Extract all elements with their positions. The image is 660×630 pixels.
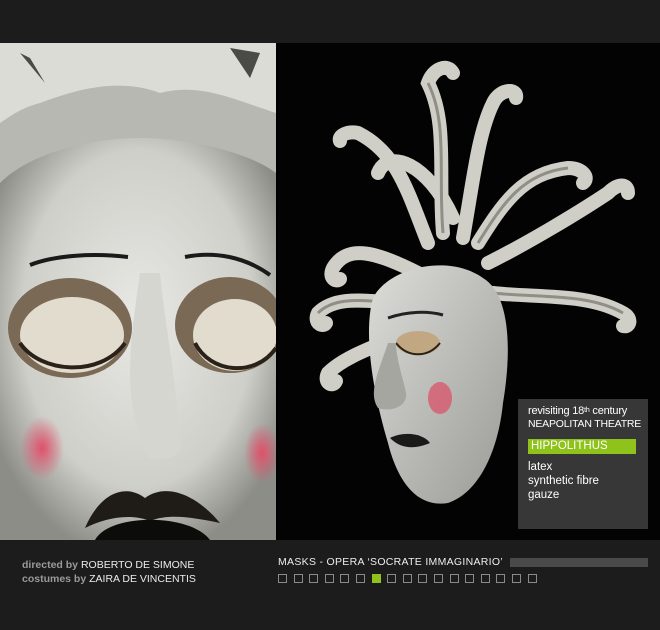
top-bar	[0, 0, 660, 43]
director-name: ROBERTO DE SIMONE	[80, 559, 195, 571]
director-label: directed by	[22, 559, 79, 571]
period-suffix: century	[589, 405, 628, 417]
period-prefix: revisiting 18	[528, 405, 585, 417]
pager-square[interactable]	[278, 574, 287, 583]
director-credit: directed by ROBERTO DE SIMONE	[22, 558, 196, 572]
pager-square[interactable]	[465, 574, 475, 583]
gallery-caption: MASKS - OPERA ‘SOCRATE IMMAGINARIO’	[278, 556, 504, 568]
character-name-badge: HIPPOLITHUS	[528, 439, 636, 454]
pager-square[interactable]	[449, 574, 459, 583]
pager-square[interactable]	[480, 574, 490, 583]
gallery-pager	[278, 574, 543, 583]
mask-closeup-photo	[0, 43, 276, 540]
pager-square-active[interactable]	[371, 574, 381, 583]
progress-bar	[510, 558, 648, 567]
period-line: revisiting 18th century	[528, 405, 640, 418]
pager-square[interactable]	[355, 574, 365, 583]
pager-square[interactable]	[402, 574, 412, 583]
material-item: latex	[528, 461, 553, 473]
info-panel: revisiting 18th century NEAPOLITAN THEAT…	[518, 399, 648, 529]
pager-square[interactable]	[309, 574, 319, 583]
pager-square[interactable]	[511, 574, 521, 583]
photo-area: revisiting 18th century NEAPOLITAN THEAT…	[0, 43, 660, 540]
pager-square[interactable]	[496, 574, 506, 583]
pager-square[interactable]	[418, 574, 428, 583]
period-sup: th	[584, 407, 590, 414]
pager-square[interactable]	[324, 574, 334, 583]
costumes-credit: costumes by ZAIRA DE VINCENTIS	[22, 572, 196, 586]
material-item: gauze	[528, 489, 560, 501]
pager-square[interactable]	[293, 574, 303, 583]
materials-list: latex synthetic fibre gauze	[528, 460, 640, 502]
material-item: synthetic fibre	[528, 475, 599, 487]
pager-square[interactable]	[433, 574, 443, 583]
costumes-name: ZAIRA DE VINCENTIS	[89, 573, 196, 585]
pager-square[interactable]	[387, 574, 397, 583]
theatre-line: NEAPOLITAN THEATRE	[528, 418, 642, 430]
pager-square[interactable]	[340, 574, 350, 583]
credits: directed by ROBERTO DE SIMONE costumes b…	[22, 558, 196, 586]
pager-square[interactable]	[527, 574, 537, 583]
costumes-label: costumes by	[22, 573, 87, 585]
